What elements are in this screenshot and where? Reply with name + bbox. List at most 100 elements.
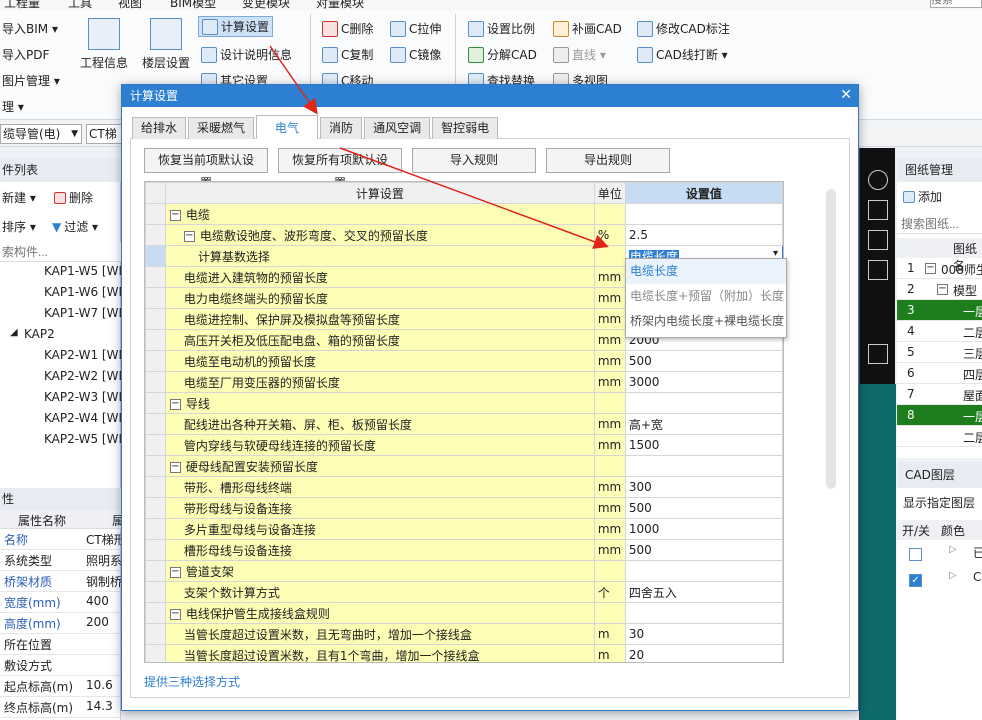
layer-checkbox[interactable]: [909, 548, 922, 561]
table-row[interactable]: 多片重型母线与设备连接 mm 1000: [145, 518, 783, 540]
row-header[interactable]: [145, 623, 166, 645]
value-cell[interactable]: 20: [624, 644, 783, 662]
value-cell[interactable]: [624, 560, 783, 582]
line-button[interactable]: 直线 ▾: [553, 46, 606, 63]
list-item[interactable]: KAP1-W5 [WD: [44, 264, 128, 278]
tab-5[interactable]: 智控弱电: [432, 117, 499, 139]
list-item[interactable]: KAP2-W3 [WD: [44, 390, 128, 404]
row-header[interactable]: [145, 371, 166, 393]
list-item-group[interactable]: KAP2: [24, 327, 55, 341]
property-value[interactable]: 照明系: [86, 552, 121, 569]
show-layer-label[interactable]: 显示指定图层: [903, 494, 975, 511]
table-row[interactable]: − 导线: [145, 392, 783, 414]
list-item[interactable]: KAP2-W4 [WD: [44, 411, 128, 425]
property-value[interactable]: CT梯形: [86, 531, 121, 548]
table-row[interactable]: 带形母线与设备连接 mm 500: [145, 497, 783, 519]
value-cell[interactable]: 500: [624, 539, 783, 561]
row-header[interactable]: [145, 266, 166, 288]
collapse-toggle-icon[interactable]: −: [937, 284, 948, 295]
menu-item-bim[interactable]: BIM模型: [170, 0, 216, 10]
value-cell[interactable]: [624, 203, 783, 225]
menu-item-view[interactable]: 视图: [118, 0, 142, 10]
cad-delete-button[interactable]: C删除: [322, 20, 373, 37]
tab-2[interactable]: 电气: [256, 115, 319, 139]
table-row[interactable]: − 硬母线配置安装预留长度: [145, 455, 783, 477]
list-item[interactable]: KAP2-W2 [WD: [44, 369, 128, 383]
table-row[interactable]: − 电缆: [145, 203, 783, 225]
row-header[interactable]: [145, 392, 166, 414]
cad-mirror-button[interactable]: C镜像: [390, 46, 441, 63]
add-drawing-button[interactable]: 添加: [903, 188, 942, 205]
property-value[interactable]: 10.6: [86, 678, 121, 692]
value-cell[interactable]: [624, 455, 783, 477]
explode-cad-button[interactable]: 分解CAD: [468, 46, 537, 63]
drawing-row[interactable]: 2 模型 −: [897, 279, 982, 300]
row-header[interactable]: [145, 644, 166, 662]
table-row[interactable]: − 电缆敷设弛度、波形弯度、交叉的预留长度% 2.5: [145, 224, 783, 246]
drawing-search-input[interactable]: [897, 214, 982, 234]
collapse-toggle-icon[interactable]: −: [183, 230, 195, 242]
manage-button[interactable]: 理 ▾: [2, 98, 24, 115]
view-box-icon[interactable]: [868, 230, 888, 250]
dropdown-option[interactable]: 电缆长度: [626, 259, 786, 284]
drawing-row[interactable]: 5 三层: [897, 342, 982, 363]
table-row[interactable]: 配线进出各种开关箱、屏、柜、板预留长度 mm 高+宽: [145, 413, 783, 435]
restore-all-default-button[interactable]: 恢复所有项默认设置: [278, 148, 402, 190]
menu-item-tools[interactable]: 工具: [68, 0, 92, 10]
row-header[interactable]: [145, 203, 166, 225]
drawing-row[interactable]: 3 一层: [897, 300, 982, 321]
table-row[interactable]: 当管长度超过设置米数，且无弯曲时，增加一个接线盒 m 30: [145, 623, 783, 645]
table-row[interactable]: 带形、槽形母线终端 mm 300: [145, 476, 783, 498]
drawing-row[interactable]: 4 二层: [897, 321, 982, 342]
property-value[interactable]: 400: [86, 594, 121, 608]
collapse-toggle-icon[interactable]: −: [169, 209, 181, 221]
collapse-toggle-icon[interactable]: −: [169, 398, 181, 410]
draw-cad-button[interactable]: 补画CAD: [553, 20, 622, 37]
row-header[interactable]: [145, 245, 166, 267]
property-value[interactable]: 钢制桥: [86, 573, 121, 590]
table-row[interactable]: 管内穿线与软硬母线连接的预留长度 mm 1500: [145, 434, 783, 456]
row-header[interactable]: [145, 434, 166, 456]
list-item[interactable]: KAP2-W5 [WD: [44, 432, 128, 446]
table-row[interactable]: − 管道支架: [145, 560, 783, 582]
drawing-row[interactable]: 1 008师生 −: [897, 258, 982, 279]
close-icon[interactable]: ✕: [840, 87, 852, 103]
type-select[interactable]: 缆导管(电) ▼: [0, 124, 82, 144]
expand-arrow-icon[interactable]: ◢: [10, 327, 18, 338]
table-row[interactable]: 电缆至厂用变压器的预留长度 mm 3000: [145, 371, 783, 393]
view-layer-icon[interactable]: [868, 344, 888, 364]
cad-stretch-button[interactable]: C拉伸: [390, 20, 441, 37]
row-header[interactable]: [145, 350, 166, 372]
image-manage-button[interactable]: 图片管理 ▾: [2, 72, 60, 89]
value-cell[interactable]: 500: [624, 497, 783, 519]
cad-copy-button[interactable]: C复制: [322, 46, 373, 63]
design-notes-button[interactable]: 设计说明信息: [201, 46, 292, 63]
row-header[interactable]: [145, 560, 166, 582]
property-value[interactable]: 200: [86, 615, 121, 629]
export-rules-button[interactable]: 导出规则: [546, 148, 670, 173]
new-button[interactable]: 新建 ▾: [2, 189, 36, 206]
value-cell[interactable]: [624, 392, 783, 414]
row-header[interactable]: [145, 455, 166, 477]
table-row[interactable]: 支架个数计算方式 个四舍五入: [145, 581, 783, 603]
sort-button[interactable]: 排序 ▾: [2, 218, 36, 235]
delete-button[interactable]: 删除: [54, 189, 93, 206]
menu-item-quantity[interactable]: 工程量: [4, 0, 40, 10]
menu-item-change[interactable]: 变更模块: [242, 0, 290, 10]
row-header[interactable]: [145, 581, 166, 603]
view-grid-icon[interactable]: [868, 260, 888, 280]
tab-0[interactable]: 给排水: [132, 117, 187, 139]
row-header[interactable]: [145, 476, 166, 498]
value-cell[interactable]: 2.5: [624, 224, 783, 246]
restore-current-default-button[interactable]: 恢复当前项默认设置: [144, 148, 268, 190]
value-cell[interactable]: 1500: [624, 434, 783, 456]
table-row[interactable]: 槽形母线与设备连接 mm 500: [145, 539, 783, 561]
list-item[interactable]: KAP1-W7 [WD: [44, 306, 128, 320]
drawing-row[interactable]: 二层: [897, 426, 982, 447]
component-search-input[interactable]: [0, 242, 121, 262]
property-value[interactable]: 14.3: [86, 699, 121, 713]
search-input[interactable]: [930, 0, 982, 8]
import-rules-button[interactable]: 导入规则: [412, 148, 536, 173]
table-row[interactable]: − 电线保护管生成接线盒规则: [145, 602, 783, 624]
row-header[interactable]: [145, 602, 166, 624]
